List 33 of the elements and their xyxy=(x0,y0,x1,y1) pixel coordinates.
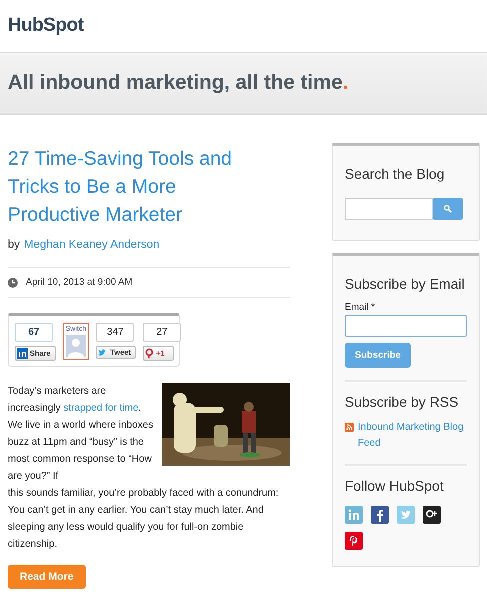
post-title[interactable]: 27 Time-Saving Tools and Tricks to Be a More Productive Marketer xyxy=(8,145,270,229)
inline-link[interactable]: strapped for time xyxy=(64,403,139,414)
linkedin-icon[interactable] xyxy=(345,506,363,524)
bird-icon xyxy=(98,348,108,357)
email-label: Email * xyxy=(345,302,376,313)
tweet-count: 347 xyxy=(96,323,134,342)
pinterest-icon[interactable] xyxy=(345,532,363,550)
logo[interactable]: HubSpot xyxy=(8,15,84,37)
byline-label: by xyxy=(8,239,20,251)
widget-title: Subscribe by RSS xyxy=(345,394,460,410)
read-more-button[interactable]: Read More xyxy=(8,565,86,589)
linkedin-icon xyxy=(17,348,28,359)
widget-title: Subscribe by Email xyxy=(345,276,466,292)
tagline-period: . xyxy=(342,71,349,95)
post-date: April 10, 2013 at 9:00 AM xyxy=(26,277,133,288)
search-icon xyxy=(444,205,452,213)
widget-title: Follow HubSpot xyxy=(345,478,445,494)
search-button[interactable] xyxy=(433,198,463,220)
subscribe-button[interactable]: Subscribe xyxy=(345,343,411,368)
search-field[interactable] xyxy=(345,198,433,220)
widget-title: Search the Blog xyxy=(345,166,446,182)
rss-feed-link[interactable]: Inbound Marketing Blog Feed xyxy=(358,420,467,452)
twitter-icon[interactable] xyxy=(397,506,415,524)
facebook-icon[interactable] xyxy=(371,506,389,524)
author-link[interactable]: Meghan Keaney Anderson xyxy=(24,239,160,251)
tagline: All inbound marketing, all the time xyxy=(8,71,343,95)
clock-icon xyxy=(8,278,18,288)
share-count: 67 xyxy=(15,323,53,342)
plus-one-count: 27 xyxy=(143,323,182,342)
rss-icon xyxy=(345,423,354,432)
post-excerpt: this sounds familiar, you’re probably faced with a conundrum: You can’t get in any earlier. You can’t stay much later. And sleeping any less would qualify you for full-on zombie citizenship. xyxy=(8,487,280,552)
google-plus-icon[interactable] xyxy=(423,506,441,524)
email-field[interactable] xyxy=(345,315,467,337)
